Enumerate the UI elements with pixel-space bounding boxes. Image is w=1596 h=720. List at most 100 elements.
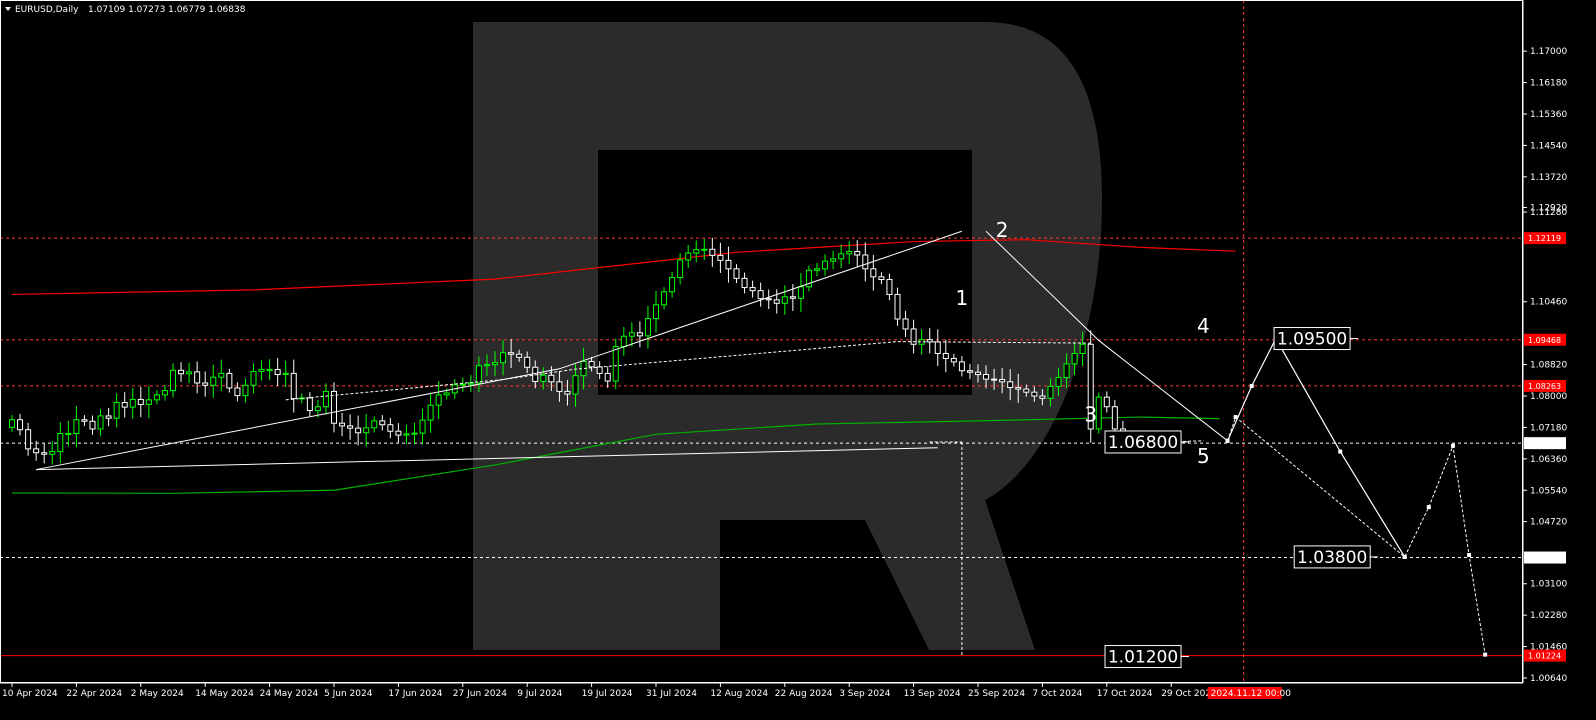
price-tag-label: 1.01224 (1528, 652, 1561, 661)
candle-body (653, 304, 659, 320)
candle-body (894, 293, 901, 320)
candle-body (178, 369, 185, 375)
symbol-label: EURUSD,Daily (15, 5, 79, 15)
candle-body (588, 361, 595, 368)
candle-body (628, 332, 635, 337)
chart-window[interactable]: 1 2 3 4 5 1.09500 1.06800 1.03800 1.01200 1.1700… (0, 0, 1596, 716)
time-tick-label: 10 Apr 2024 (2, 689, 58, 699)
candle-body (49, 451, 56, 455)
candle-body (57, 433, 64, 453)
candle-body (516, 353, 523, 358)
candle-body (266, 369, 273, 372)
wave-label-1: 1 (956, 286, 969, 310)
candle-body (1015, 387, 1022, 390)
time-tick-label: 2 May 2024 (131, 689, 184, 699)
current-time-tag: 2024.11.12 00:00 (1207, 687, 1291, 699)
wave-label-3: 3 (1084, 403, 1097, 427)
candle-body (65, 433, 72, 436)
price-tag-label: 1.12119 (1528, 234, 1561, 243)
candle-body (500, 352, 507, 364)
target-label: 1.01200 (1108, 648, 1178, 668)
price-chart[interactable]: 1 2 3 4 5 1.09500 1.06800 1.03800 1.01200 1.1700… (0, 0, 1596, 716)
candle-body (677, 259, 684, 279)
candle-body (395, 430, 402, 436)
price-tag-1.01224: 1.01224 (1524, 649, 1566, 662)
candle-body (282, 372, 289, 376)
candle-body (17, 419, 24, 431)
path-node-7 (1402, 554, 1407, 559)
candle-body (556, 381, 563, 392)
price-tick-label: 1.13720 (1530, 173, 1567, 183)
candle-body (548, 374, 555, 383)
candle-body (306, 397, 313, 412)
candle-body (958, 361, 965, 372)
candle-body (419, 419, 426, 434)
candle-body (153, 394, 160, 401)
candle-body (902, 318, 909, 330)
price-tick-label: 1.05540 (1530, 486, 1567, 496)
price-tick-label: 1.10460 (1530, 298, 1567, 308)
price-tick-label: 1.15360 (1530, 110, 1567, 120)
candle-body (733, 268, 740, 279)
candle-body (226, 372, 233, 389)
candle-body (1023, 388, 1030, 393)
candle-body (467, 382, 474, 385)
candle-body (975, 371, 981, 376)
candle-body (81, 419, 88, 422)
wave-label-2: 2 (996, 218, 1009, 242)
target-1.01200: 1.01200 (1104, 645, 1190, 669)
candle-body (749, 287, 756, 292)
candle-body (644, 318, 651, 337)
candle-body (693, 249, 700, 254)
time-tick-label: 7 Oct 2024 (1032, 689, 1082, 699)
candle-body (258, 369, 265, 372)
path-node-5 (1225, 438, 1230, 443)
price-tick-label: 1.11280 (1530, 208, 1567, 218)
price-tick-label: 1.08000 (1530, 392, 1567, 402)
candle-body (242, 384, 249, 397)
time-tick-label: 17 Jun 2024 (388, 689, 442, 699)
price-tag-label: 1.06769 (1528, 439, 1561, 448)
time-tick-label: 3 Sep 2024 (839, 689, 891, 699)
price-tag-1.12119: 1.12119 (1524, 232, 1566, 245)
candle-body (210, 376, 217, 386)
candle-body (202, 382, 209, 386)
candle-body (870, 268, 877, 278)
candle-body (186, 371, 193, 375)
price-tag-1.03784: 1.03784 (1524, 551, 1566, 564)
candle-body (822, 260, 829, 270)
candle-body (966, 370, 973, 373)
candle-body (636, 332, 643, 337)
candle-body (89, 420, 96, 430)
candle-body (105, 415, 112, 419)
candle-body (878, 276, 885, 281)
candle-body (1039, 395, 1046, 399)
time-tick-label: 19 Jul 2024 (582, 689, 633, 699)
candle-body (371, 420, 378, 429)
candle-body (121, 402, 128, 408)
candle-body (1079, 343, 1086, 354)
candle-body (950, 357, 957, 363)
target-label: 1.06800 (1108, 433, 1178, 453)
path-node-3 (1338, 449, 1343, 454)
path-node-10 (1467, 553, 1472, 558)
candle-body (1055, 377, 1062, 387)
time-tick-label: 25 Sep 2024 (968, 689, 1025, 699)
candle-body (483, 364, 490, 367)
candle-body (113, 402, 120, 419)
candle-body (170, 369, 176, 392)
candle-body (604, 372, 611, 382)
candle-body (789, 296, 796, 299)
path-node-9 (1450, 443, 1455, 448)
candle-body (854, 251, 861, 256)
candle-body (934, 341, 941, 354)
candle-body (347, 425, 354, 429)
candle-body (846, 251, 853, 255)
candle-body (33, 448, 40, 454)
candle-body (669, 277, 676, 293)
candle-body (838, 253, 845, 260)
candle-body (983, 374, 990, 380)
candle-body (1007, 381, 1014, 389)
price-tick-label: 1.00640 (1530, 674, 1567, 684)
price-tag-label: 1.09468 (1528, 336, 1561, 345)
